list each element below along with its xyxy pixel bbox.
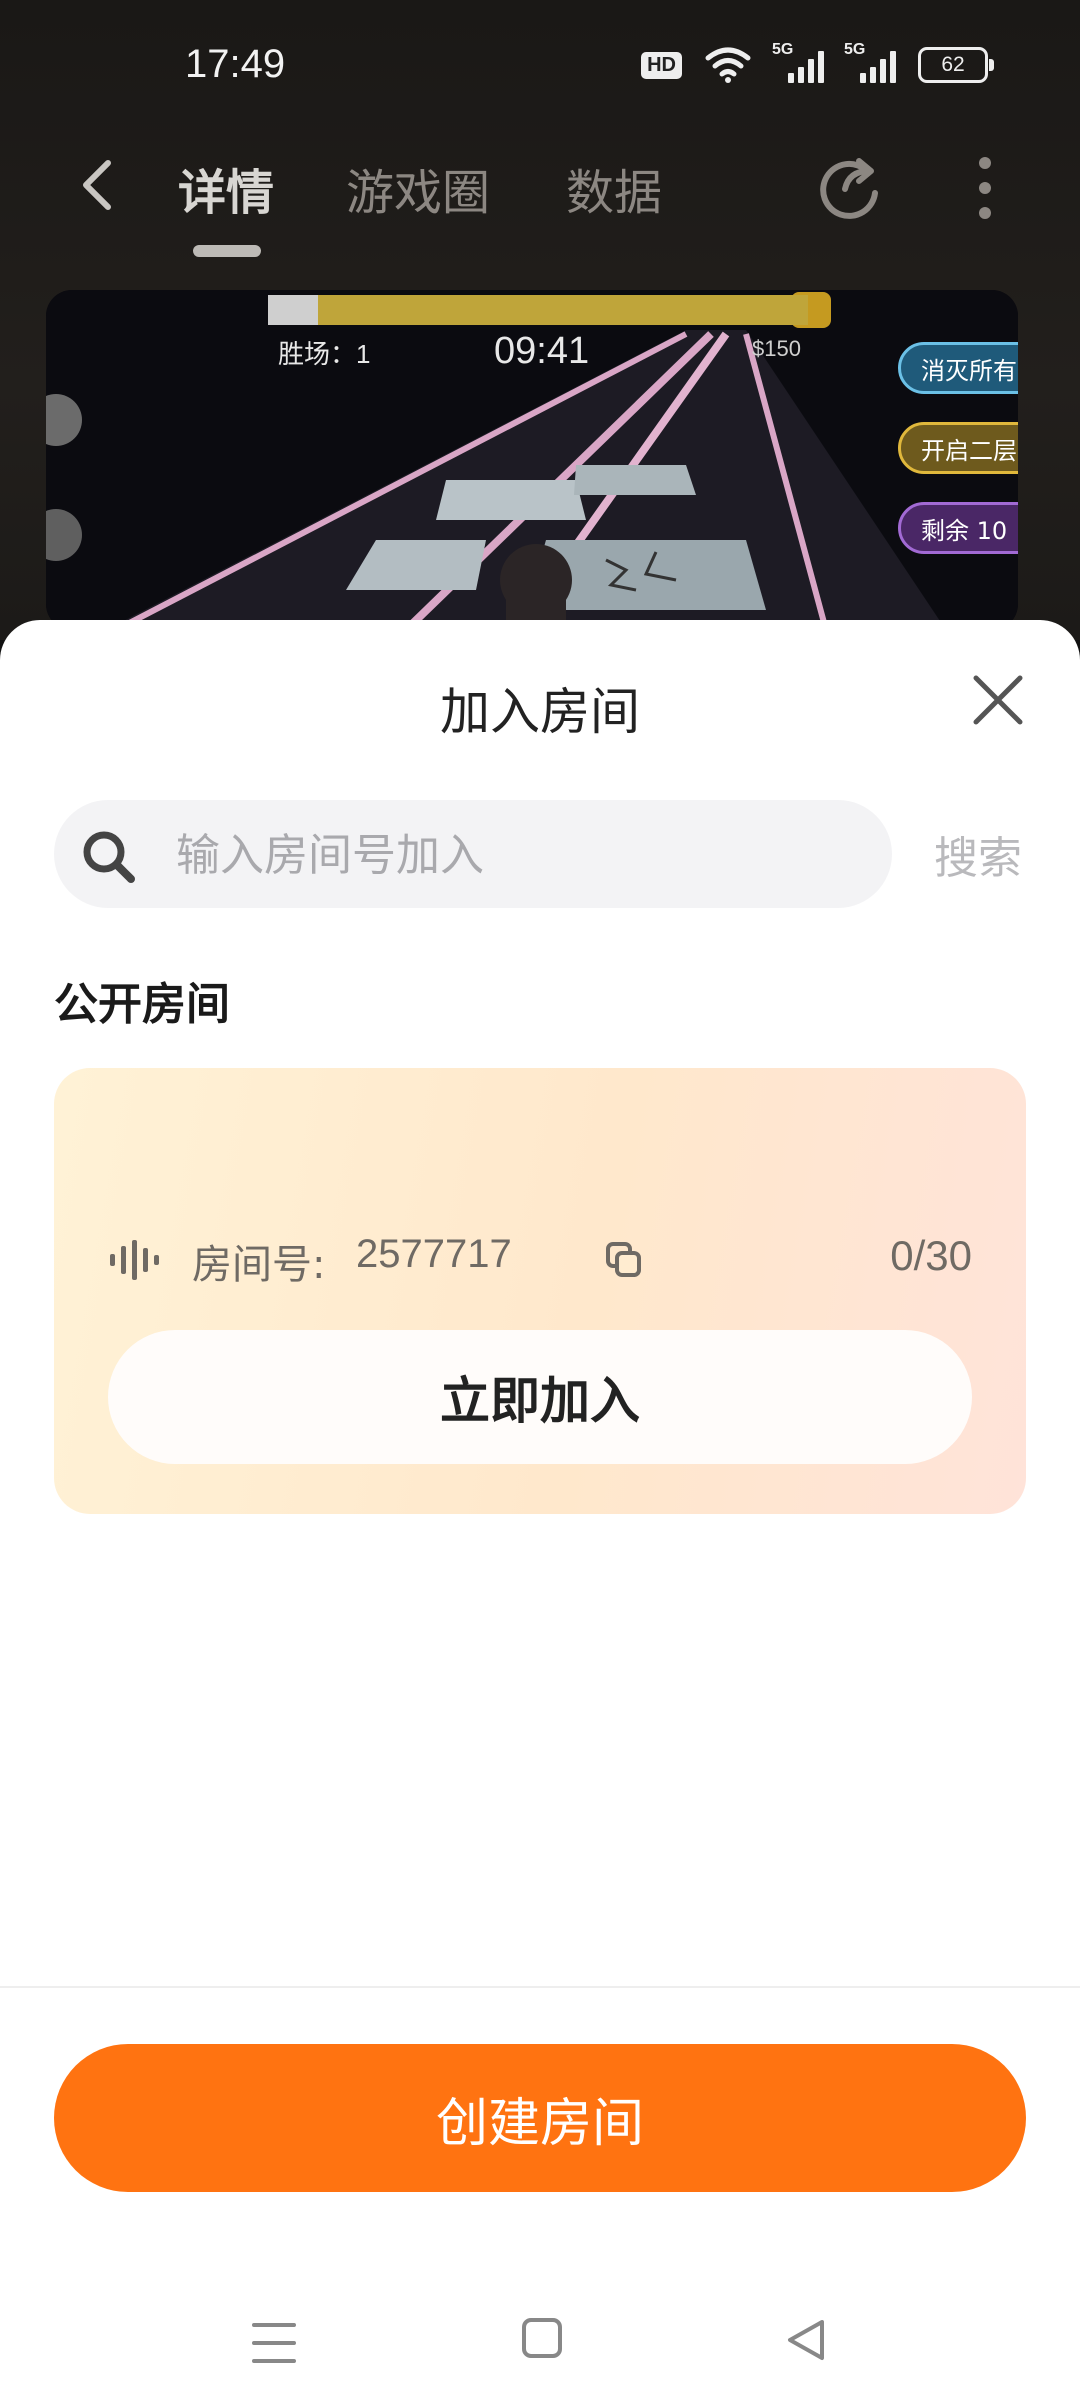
search-row: 搜索 <box>54 800 1034 908</box>
create-room-button[interactable]: 创建房间 <box>54 2044 1026 2192</box>
room-number: 2577717 <box>356 1232 512 1276</box>
quest-pill: 开启二层 <box>898 422 1018 474</box>
join-room-sheet: 加入房间 搜索 公开房间 房间号: 2577717 <box>0 620 1080 2400</box>
system-nav-bar <box>0 2260 1080 2400</box>
status-icons: HD 5G 5G 62 <box>641 41 994 84</box>
join-now-button[interactable]: 立即加入 <box>108 1330 972 1464</box>
room-card: 房间号: 2577717 0/30 立即加入 <box>54 1068 1026 1514</box>
voice-icon <box>110 1240 159 1280</box>
signal-icon-2: 5G <box>844 41 896 83</box>
room-number-input[interactable] <box>174 818 858 892</box>
room-info-row: 房间号: 2577717 0/30 <box>108 1230 972 1290</box>
wins-label: 胜场：1 <box>278 339 371 369</box>
battery-icon: 62 <box>918 47 994 83</box>
game-timer: 09:41 <box>494 330 590 372</box>
quest-pill: 剩余 10 <box>898 502 1018 554</box>
wifi-icon <box>705 47 751 83</box>
share-icon[interactable] <box>815 149 885 219</box>
status-bar: 17:49 HD 5G 5G 62 <box>0 0 1080 130</box>
back-nav-icon[interactable] <box>784 2316 828 2364</box>
quest-pill: 消灭所有 <box>898 342 1018 394</box>
signal-icon: 5G <box>772 41 824 83</box>
game-video[interactable]: 胜场：1 09:41 $150 消灭所有 开启二层 剩余 10 <box>46 290 1018 630</box>
hd-icon: HD <box>641 51 682 79</box>
room-player-count: 0/30 <box>890 1232 972 1279</box>
tab-game-circle[interactable]: 游戏圈 <box>346 153 490 223</box>
back-icon[interactable] <box>72 157 128 213</box>
menu-icon[interactable] <box>250 2320 298 2366</box>
more-icon[interactable] <box>965 153 1005 223</box>
divider <box>0 1986 1080 1988</box>
search-button[interactable]: 搜索 <box>934 822 1022 886</box>
home-icon[interactable] <box>520 2316 564 2360</box>
section-title: 公开房间 <box>54 979 230 1030</box>
progress-bar-start <box>268 295 318 325</box>
tab-indicator <box>193 245 261 257</box>
room-number-label: 房间号: <box>192 1242 326 1288</box>
tab-details[interactable]: 详情 <box>178 153 274 223</box>
money-label: $150 <box>752 336 801 361</box>
copy-icon[interactable] <box>604 1240 644 1280</box>
close-icon[interactable] <box>970 672 1026 728</box>
status-time: 17:49 <box>185 42 286 86</box>
search-box[interactable] <box>54 800 892 908</box>
top-navigation: 详情 游戏圈 数据 <box>0 135 1080 257</box>
progress-bar <box>268 295 808 325</box>
sheet-title: 加入房间 <box>440 683 640 741</box>
search-icon <box>83 831 135 883</box>
tab-data[interactable]: 数据 <box>566 153 662 223</box>
